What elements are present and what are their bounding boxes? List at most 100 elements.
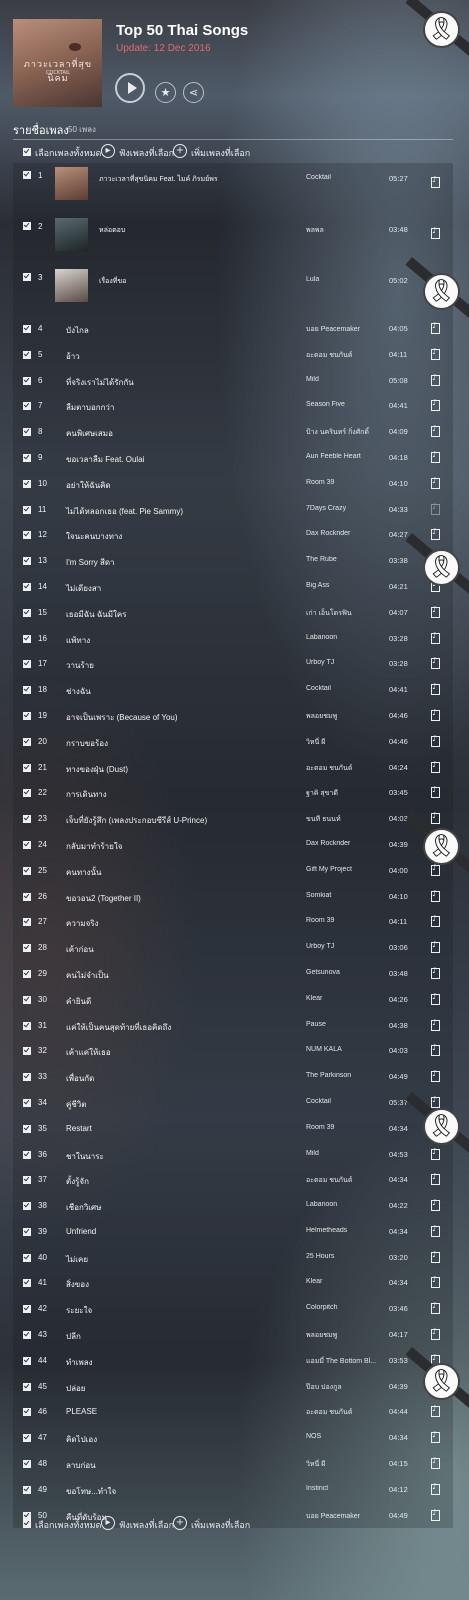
select-all-label[interactable]: เลือกเพลงทั้งหมด xyxy=(35,1518,101,1532)
song-artist[interactable]: NUM KALA xyxy=(306,1046,396,1053)
song-title[interactable]: สิ่งของ xyxy=(66,1278,89,1291)
play-selected-icon[interactable]: ▸ xyxy=(101,1516,115,1530)
song-row[interactable]: 20 กราบขอร้อง วิหนี่ ผี 04:46 xyxy=(13,728,453,755)
song-checkbox[interactable] xyxy=(23,376,31,385)
song-checkbox[interactable] xyxy=(23,171,31,179)
lyrics-icon[interactable] xyxy=(431,1069,440,1083)
song-row[interactable]: 12 ใจนะคนบางทาง Dax Rockrider 04:27 xyxy=(13,522,453,549)
song-title[interactable]: บังไกล xyxy=(66,324,89,337)
song-artist[interactable]: Colorpitch xyxy=(306,1304,396,1311)
song-checkbox[interactable] xyxy=(23,222,31,230)
song-row[interactable]: 29 คนไม่จำเป็น Getsunova 03:48 xyxy=(13,960,453,987)
lyrics-icon[interactable] xyxy=(431,1482,440,1495)
song-row[interactable]: 4 บังไกล บอย Peacemaker 04:05 xyxy=(13,316,453,342)
song-checkbox[interactable] xyxy=(23,505,31,514)
song-checkbox[interactable] xyxy=(23,1460,31,1469)
song-title[interactable]: คู่ชีวิต xyxy=(66,1098,86,1111)
song-row[interactable]: 7 ลืมตาบอกกว่า Season Five 04:41 xyxy=(13,393,453,420)
song-title[interactable]: เค้าก่อน xyxy=(66,943,94,956)
song-artist[interactable]: Aun Feeble Heart xyxy=(306,453,396,460)
song-checkbox[interactable] xyxy=(23,1047,31,1056)
song-title[interactable]: กราบขอร้อง xyxy=(66,737,108,750)
song-row[interactable]: 25 คนทางนั้น Gift My Project 04:00 xyxy=(13,857,453,884)
share-icon[interactable]: ⋖ xyxy=(183,82,204,103)
song-checkbox[interactable] xyxy=(23,325,31,333)
song-artist[interactable]: Cocktail xyxy=(306,174,396,181)
song-checkbox[interactable] xyxy=(23,634,31,643)
song-checkbox[interactable] xyxy=(23,944,31,953)
song-title[interactable]: หล่อตอบ xyxy=(99,225,125,236)
song-title[interactable]: ทำเพลง xyxy=(66,1356,93,1369)
song-artist[interactable]: Urboy TJ xyxy=(306,659,396,666)
lyrics-icon[interactable] xyxy=(431,373,440,386)
song-row[interactable]: 6 ที่จริงเราไม่ได้รักกัน Mild 05:08 xyxy=(13,367,453,394)
song-checkbox[interactable] xyxy=(23,608,31,617)
song-title[interactable]: PLEASE xyxy=(66,1407,97,1416)
song-artist[interactable]: NOS xyxy=(306,1433,396,1440)
song-artist[interactable]: อะตอม ชนกันต์ xyxy=(306,763,396,774)
song-checkbox[interactable] xyxy=(23,1176,31,1185)
song-artist[interactable]: 25 Hours xyxy=(306,1253,396,1260)
lyrics-icon[interactable] xyxy=(431,1018,440,1031)
song-artist[interactable]: อะตอม ชนกันต์ xyxy=(306,1175,396,1186)
play-selected-button[interactable]: ฟังเพลงที่เลือก xyxy=(119,1518,174,1532)
song-title[interactable]: เรื่องที่ขอ xyxy=(99,276,126,287)
song-title[interactable]: ตั้งรู้จัก xyxy=(66,1175,89,1188)
song-checkbox[interactable] xyxy=(23,1253,31,1262)
lyrics-icon[interactable] xyxy=(431,734,440,747)
add-selected-button[interactable]: เพิ่มเพลงที่เลือก xyxy=(191,146,250,160)
song-title[interactable]: แพ้ทาง xyxy=(66,634,90,647)
song-title[interactable]: วานร้าย xyxy=(66,659,94,672)
lyrics-icon[interactable] xyxy=(431,226,440,239)
song-title[interactable]: ปลีก xyxy=(66,1330,81,1343)
song-row[interactable]: 11 ไม่ได้หลอกเธอ (feat. Pie Sammy) 7Days C… xyxy=(13,496,453,523)
song-title[interactable]: Restart xyxy=(66,1124,92,1133)
song-checkbox[interactable] xyxy=(23,892,31,901)
lyrics-icon[interactable] xyxy=(431,1430,440,1444)
song-title[interactable]: อาจเป็นเพราะ (Because of You) xyxy=(66,711,178,724)
song-row[interactable]: 15 เธอมีฉัน ฉันมีใคร เก่า เอ็นโดรฟิน 04:07 xyxy=(13,599,453,626)
song-row[interactable]: 49 ขอโทษ...ทำใจ Instinct 04:12 xyxy=(13,1476,453,1503)
lyrics-icon[interactable] xyxy=(431,502,440,515)
song-artist[interactable]: Gift My Project xyxy=(306,866,396,873)
lyrics-icon[interactable] xyxy=(431,424,440,438)
lyrics-icon[interactable] xyxy=(431,321,440,334)
song-title[interactable]: I'm Sorry สีดา xyxy=(66,556,115,569)
song-row[interactable]: 37 ตั้งรู้จัก อะตอม ชนกันต์ 04:34 xyxy=(13,1167,453,1194)
song-artist[interactable]: บอย Peacemaker xyxy=(306,324,396,335)
song-row[interactable]: 14 ไม่เดียงสา Big Ass 04:21 xyxy=(13,573,453,600)
song-row[interactable]: 13 I'm Sorry สีดา The Rube 03:38 xyxy=(13,548,453,574)
song-row[interactable]: 31 แค่ให้เป็นคนสุดท้ายที่เธอคิดถึง Pause 04… xyxy=(13,1012,453,1039)
song-title[interactable]: ลืมตาบอกกว่า xyxy=(66,401,114,414)
song-artist[interactable]: เก่า เอ็นโดรฟิน xyxy=(306,608,396,619)
song-checkbox[interactable] xyxy=(23,582,31,591)
lyrics-icon[interactable] xyxy=(431,708,440,721)
song-checkbox[interactable] xyxy=(23,531,31,540)
song-checkbox[interactable] xyxy=(23,737,31,746)
song-artist[interactable]: แอมมี่ The Bottom Bl... xyxy=(306,1356,396,1367)
song-checkbox[interactable] xyxy=(23,1485,31,1494)
song-checkbox[interactable] xyxy=(23,402,31,411)
song-artist[interactable]: Dax Rockrider xyxy=(306,840,396,847)
add-selected-button[interactable]: เพิ่มเพลงที่เลือก xyxy=(191,1518,250,1532)
lyrics-icon[interactable] xyxy=(431,656,440,670)
lyrics-icon[interactable] xyxy=(431,966,440,979)
song-checkbox[interactable] xyxy=(23,1279,31,1288)
lyrics-icon[interactable] xyxy=(431,940,440,954)
song-artist[interactable]: Room 39 xyxy=(306,917,396,924)
song-artist[interactable]: Pause xyxy=(306,1021,396,1028)
song-title[interactable]: คำยินดี xyxy=(66,995,91,1008)
song-row[interactable]: 47 คิดไปเอง NOS 04:34 xyxy=(13,1425,453,1452)
song-title[interactable]: ระยะใจ xyxy=(66,1304,92,1317)
song-artist[interactable]: Season Five xyxy=(306,401,396,408)
lyrics-icon[interactable] xyxy=(431,1250,440,1263)
song-row[interactable]: 3 เรื่องที่ขอ Lula 05:02 xyxy=(13,265,453,316)
song-artist[interactable]: ป้าง นครินทร์ กิ่งศักดิ์ xyxy=(306,427,396,438)
song-title[interactable]: ขอวอน2 (Together II) xyxy=(66,892,141,905)
song-row[interactable]: 8 คนพิเศษเสมอ ป้าง นครินทร์ กิ่งศักดิ์ 04:0… xyxy=(13,419,453,445)
song-title[interactable]: ไม่ได้หลอกเธอ (feat. Pie Sammy) xyxy=(66,505,183,518)
song-artist[interactable]: ฐาคิ สุขาดี xyxy=(306,788,396,799)
song-checkbox[interactable] xyxy=(23,763,31,772)
song-row[interactable]: 19 อาจเป็นเพราะ (Because of You) พลอยชมพู 0… xyxy=(13,702,453,729)
song-checkbox[interactable] xyxy=(23,557,31,566)
